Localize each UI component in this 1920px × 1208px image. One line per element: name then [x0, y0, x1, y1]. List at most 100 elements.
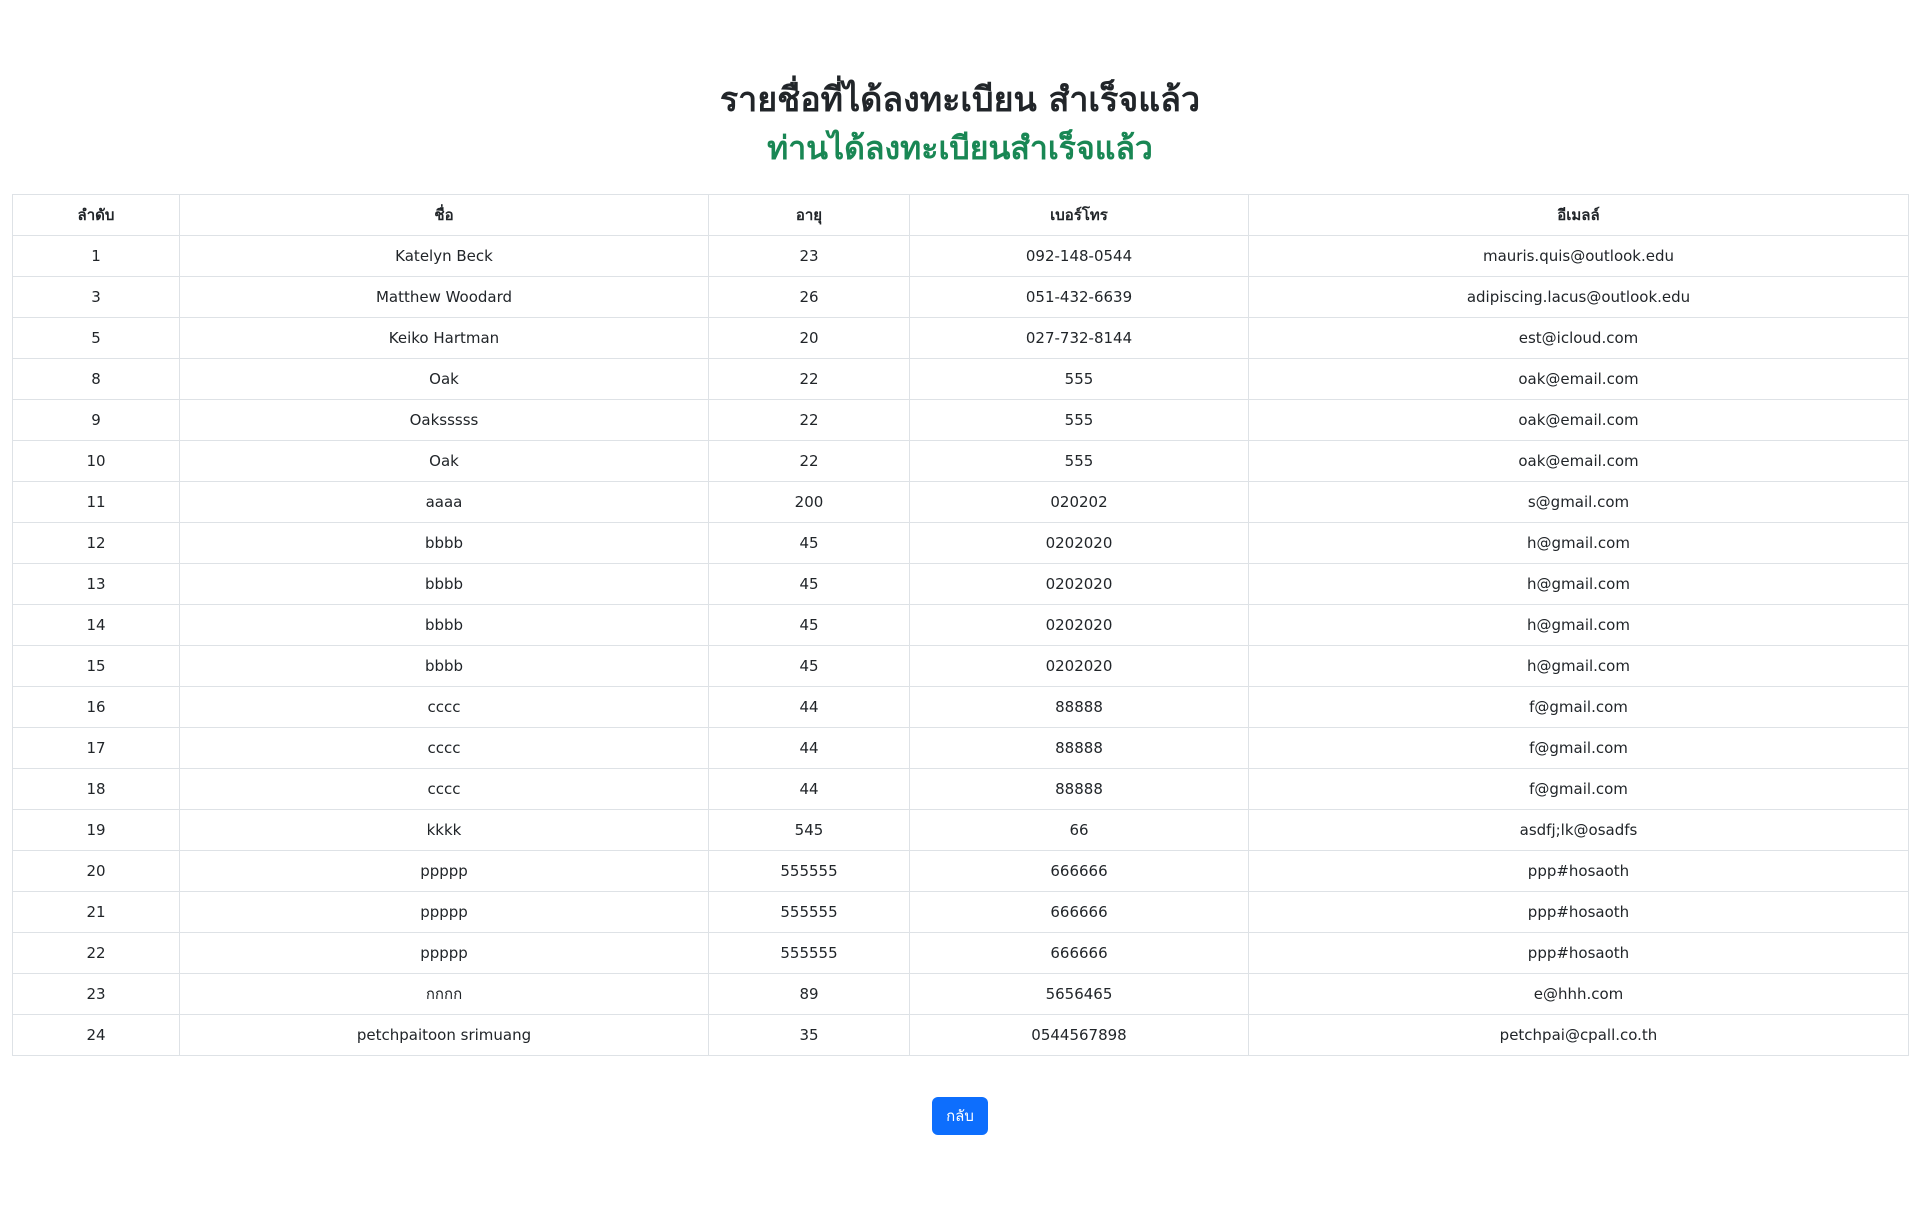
- cell-order: 16: [12, 686, 180, 728]
- cell-email: s@gmail.com: [1248, 481, 1909, 523]
- back-button[interactable]: กลับ: [932, 1097, 988, 1135]
- cell-name: petchpaitoon srimuang: [179, 1014, 709, 1056]
- cell-email: oak@email.com: [1248, 358, 1909, 400]
- cell-name: kkkk: [179, 809, 709, 851]
- cell-email: h@gmail.com: [1248, 563, 1909, 605]
- cell-phone: 092-148-0544: [909, 235, 1249, 277]
- cell-age: 22: [708, 358, 910, 400]
- cell-order: 15: [12, 645, 180, 687]
- cell-order: 22: [12, 932, 180, 974]
- table-row: 17 cccc 44 88888 f@gmail.com: [12, 727, 1909, 769]
- cell-age: 555555: [708, 932, 910, 974]
- cell-age: 545: [708, 809, 910, 851]
- cell-order: 23: [12, 973, 180, 1015]
- cell-phone: 88888: [909, 727, 1249, 769]
- table-row: 15 bbbb 45 0202020 h@gmail.com: [12, 645, 1909, 687]
- cell-email: asdfj;lk@osadfs: [1248, 809, 1909, 851]
- cell-name: ppppp: [179, 891, 709, 933]
- cell-phone: 88888: [909, 768, 1249, 810]
- table-row: 1 Katelyn Beck 23 092-148-0544 mauris.quis@o…: [12, 235, 1909, 277]
- table-row: 10 Oak 22 555 oak@email.com: [12, 440, 1909, 482]
- column-header-phone: เบอร์โทร: [909, 194, 1249, 236]
- table-row: 3 Matthew Woodard 26 051-432-6639 adipiscing…: [12, 276, 1909, 318]
- cell-email: oak@email.com: [1248, 440, 1909, 482]
- table-row: 5 Keiko Hartman 20 027-732-8144 est@icloud.c…: [12, 317, 1909, 359]
- cell-age: 45: [708, 563, 910, 605]
- cell-name: Keiko Hartman: [179, 317, 709, 359]
- table-body: 1 Katelyn Beck 23 092-148-0544 mauris.quis@o…: [12, 235, 1909, 1056]
- cell-name: bbbb: [179, 645, 709, 687]
- cell-name: Katelyn Beck: [179, 235, 709, 277]
- cell-phone: 555: [909, 440, 1249, 482]
- table-row: 11 aaaa 200 020202 s@gmail.com: [12, 481, 1909, 523]
- cell-email: h@gmail.com: [1248, 645, 1909, 687]
- cell-age: 20: [708, 317, 910, 359]
- cell-phone: 051-432-6639: [909, 276, 1249, 318]
- cell-name: aaaa: [179, 481, 709, 523]
- cell-phone: 5656465: [909, 973, 1249, 1015]
- cell-name: bbbb: [179, 522, 709, 564]
- cell-age: 22: [708, 399, 910, 441]
- cell-name: bbbb: [179, 604, 709, 646]
- cell-phone: 0202020: [909, 604, 1249, 646]
- cell-name: cccc: [179, 686, 709, 728]
- cell-age: 555555: [708, 850, 910, 892]
- cell-email: ppp#hosaoth: [1248, 850, 1909, 892]
- table-row: 14 bbbb 45 0202020 h@gmail.com: [12, 604, 1909, 646]
- cell-age: 23: [708, 235, 910, 277]
- cell-order: 24: [12, 1014, 180, 1056]
- cell-name: Oak: [179, 440, 709, 482]
- cell-order: 14: [12, 604, 180, 646]
- page-title: รายชื่อที่ได้ลงทะเบียน สำเร็จแล้ว: [719, 80, 1201, 120]
- heading: รายชื่อที่ได้ลงทะเบียน สำเร็จแล้ว ท่านได…: [0, 0, 1920, 172]
- table-row: 24 petchpaitoon srimuang 35 0544567898 petch…: [12, 1014, 1909, 1056]
- cell-order: 11: [12, 481, 180, 523]
- cell-phone: 666666: [909, 850, 1249, 892]
- cell-age: 89: [708, 973, 910, 1015]
- cell-phone: 0202020: [909, 563, 1249, 605]
- cell-email: oak@email.com: [1248, 399, 1909, 441]
- column-header-age: อายุ: [708, 194, 910, 236]
- cell-order: 17: [12, 727, 180, 769]
- cell-email: mauris.quis@outlook.edu: [1248, 235, 1909, 277]
- table-row: 18 cccc 44 88888 f@gmail.com: [12, 768, 1909, 810]
- column-header-order: ลำดับ: [12, 194, 180, 236]
- success-message: ท่านได้ลงทะเบียนสำเร็จแล้ว: [767, 129, 1153, 167]
- cell-name: cccc: [179, 768, 709, 810]
- cell-age: 45: [708, 604, 910, 646]
- cell-email: adipiscing.lacus@outlook.edu: [1248, 276, 1909, 318]
- table-row: 22 ppppp 555555 666666 ppp#hosaoth: [12, 932, 1909, 974]
- cell-order: 21: [12, 891, 180, 933]
- cell-phone: 0202020: [909, 522, 1249, 564]
- column-header-name: ชื่อ: [179, 194, 709, 236]
- cell-phone: 666666: [909, 932, 1249, 974]
- cell-name: bbbb: [179, 563, 709, 605]
- cell-order: 20: [12, 850, 180, 892]
- registrants-table-container: ลำดับ ชื่อ อายุ เบอร์โทร อีเมลล์ 1 Kately…: [12, 194, 1909, 1056]
- cell-order: 10: [12, 440, 180, 482]
- cell-email: petchpai@cpall.co.th: [1248, 1014, 1909, 1056]
- cell-name: ppppp: [179, 932, 709, 974]
- cell-email: h@gmail.com: [1248, 522, 1909, 564]
- cell-name: cccc: [179, 727, 709, 769]
- cell-name: Oaksssss: [179, 399, 709, 441]
- table-row: 21 ppppp 555555 666666 ppp#hosaoth: [12, 891, 1909, 933]
- cell-order: 12: [12, 522, 180, 564]
- cell-age: 555555: [708, 891, 910, 933]
- cell-order: 1: [12, 235, 180, 277]
- table-row: 23 กกกก 89 5656465 e@hhh.com: [12, 973, 1909, 1015]
- cell-age: 35: [708, 1014, 910, 1056]
- table-row: 19 kkkk 545 66 asdfj;lk@osadfs: [12, 809, 1909, 851]
- cell-age: 44: [708, 768, 910, 810]
- cell-email: h@gmail.com: [1248, 604, 1909, 646]
- cell-phone: 666666: [909, 891, 1249, 933]
- cell-name: ppppp: [179, 850, 709, 892]
- cell-order: 8: [12, 358, 180, 400]
- cell-order: 5: [12, 317, 180, 359]
- cell-phone: 0544567898: [909, 1014, 1249, 1056]
- cell-phone: 020202: [909, 481, 1249, 523]
- cell-name: Oak: [179, 358, 709, 400]
- cell-name: Matthew Woodard: [179, 276, 709, 318]
- table-row: 9 Oaksssss 22 555 oak@email.com: [12, 399, 1909, 441]
- actions-bar: กลับ: [0, 1097, 1920, 1135]
